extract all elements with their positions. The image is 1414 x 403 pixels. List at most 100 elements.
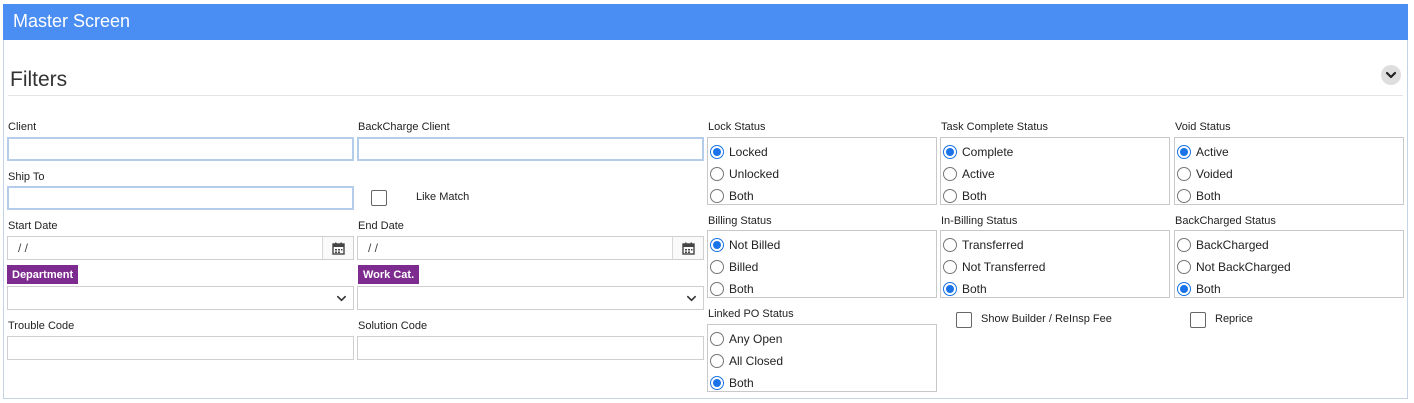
end-date-calendar-button[interactable] — [672, 237, 703, 259]
chevron-down-icon — [337, 295, 346, 302]
radio-button[interactable] — [943, 167, 957, 181]
radio-option[interactable]: Both — [710, 373, 754, 393]
billing-status-label: Billing Status — [708, 215, 772, 227]
radio-option[interactable]: Locked — [710, 142, 768, 162]
backcharge-client-input[interactable] — [357, 137, 704, 161]
radio-option[interactable]: BackCharged — [1177, 235, 1269, 255]
radio-label: Not Transferred — [962, 260, 1046, 274]
radio-button[interactable] — [710, 260, 724, 274]
end-date-label: End Date — [358, 220, 404, 232]
radio-button[interactable] — [710, 282, 724, 296]
start-date-calendar-button[interactable] — [322, 237, 353, 259]
radio-option[interactable]: Both — [1177, 279, 1221, 299]
radio-button[interactable] — [943, 282, 957, 296]
radio-button[interactable] — [943, 189, 957, 203]
reprice-checkbox[interactable] — [1190, 312, 1206, 328]
radio-option[interactable]: Unlocked — [710, 164, 779, 184]
radio-button[interactable] — [710, 145, 724, 159]
radio-label: All Closed — [729, 354, 784, 368]
void-status-label: Void Status — [1175, 121, 1231, 133]
radio-option[interactable]: Both — [1177, 186, 1221, 206]
calendar-icon — [681, 242, 695, 255]
radio-option[interactable]: Complete — [943, 142, 1013, 162]
trouble-code-label: Trouble Code — [8, 320, 75, 332]
filters-divider — [8, 95, 1403, 96]
radio-option[interactable]: Voided — [1177, 164, 1233, 184]
work-cat-select[interactable] — [357, 286, 704, 310]
show-builder-checkbox[interactable] — [956, 312, 972, 328]
header-bar: Master Screen — [3, 4, 1408, 40]
ship-to-input[interactable] — [7, 186, 354, 210]
radio-label: Complete — [962, 145, 1014, 159]
linked-po-status-group: Any Open All Closed Both — [707, 324, 937, 392]
end-date-input[interactable]: / / — [357, 236, 704, 260]
radio-option[interactable]: Not BackCharged — [1177, 257, 1291, 277]
radio-label: Both — [962, 282, 987, 296]
collapse-filters-button[interactable] — [1381, 65, 1401, 85]
radio-option[interactable]: Both — [710, 279, 754, 299]
in-billing-status-label: In-Billing Status — [941, 215, 1018, 227]
radio-option[interactable]: All Closed — [710, 351, 783, 371]
radio-label: Both — [1196, 189, 1221, 203]
radio-option[interactable]: Both — [943, 279, 987, 299]
radio-option[interactable]: Both — [943, 186, 987, 206]
radio-button[interactable] — [710, 376, 724, 390]
radio-option[interactable]: Transferred — [943, 235, 1024, 255]
backcharged-status-label: BackCharged Status — [1175, 215, 1276, 227]
client-input[interactable] — [7, 137, 354, 161]
radio-option[interactable]: Billed — [710, 257, 758, 277]
lock-status-group: Locked Unlocked Both — [707, 137, 937, 205]
radio-label: Not Billed — [729, 238, 781, 252]
radio-label: Active — [1196, 145, 1229, 159]
department-select[interactable] — [7, 286, 354, 310]
radio-button[interactable] — [710, 332, 724, 346]
backcharge-client-label: BackCharge Client — [358, 121, 450, 133]
radio-label: Transferred — [962, 238, 1024, 252]
radio-button[interactable] — [1177, 189, 1191, 203]
chevron-down-icon — [1385, 71, 1397, 79]
like-match-checkbox[interactable] — [371, 190, 387, 206]
radio-button[interactable] — [710, 189, 724, 203]
solution-code-label: Solution Code — [358, 320, 428, 332]
radio-option[interactable]: Active — [943, 164, 995, 184]
radio-option[interactable]: Not Transferred — [943, 257, 1045, 277]
radio-label: Any Open — [729, 332, 783, 346]
calendar-icon — [331, 242, 345, 255]
radio-button[interactable] — [1177, 238, 1191, 252]
radio-option[interactable]: Active — [1177, 142, 1229, 162]
radio-option[interactable]: Any Open — [710, 329, 782, 349]
department-tag: Department — [7, 265, 79, 284]
like-match-label: Like Match — [416, 191, 470, 203]
task-complete-status-group: Complete Active Both — [940, 137, 1170, 205]
radio-label: Both — [729, 376, 754, 390]
radio-button[interactable] — [1177, 260, 1191, 274]
radio-button[interactable] — [1177, 145, 1191, 159]
radio-button[interactable] — [943, 260, 957, 274]
client-label: Client — [8, 121, 37, 133]
radio-label: Locked — [729, 145, 768, 159]
radio-button[interactable] — [943, 145, 957, 159]
void-status-group: Active Voided Both — [1174, 137, 1404, 205]
trouble-code-input[interactable] — [7, 336, 354, 360]
radio-label: Both — [962, 189, 987, 203]
reprice-label: Reprice — [1215, 313, 1253, 325]
lock-status-label: Lock Status — [708, 121, 766, 133]
page-title: Master Screen — [13, 11, 131, 31]
radio-label: Both — [729, 189, 754, 203]
radio-button[interactable] — [710, 167, 724, 181]
radio-button[interactable] — [710, 238, 724, 252]
radio-button[interactable] — [1177, 282, 1191, 296]
radio-button[interactable] — [943, 238, 957, 252]
backcharged-status-group: BackCharged Not BackCharged Both — [1174, 230, 1404, 298]
start-date-label: Start Date — [8, 220, 58, 232]
task-complete-status-label: Task Complete Status — [941, 121, 1048, 133]
radio-label: Both — [1196, 282, 1221, 296]
radio-option[interactable]: Both — [710, 186, 754, 206]
billing-status-group: Not Billed Billed Both — [707, 230, 937, 298]
radio-button[interactable] — [1177, 167, 1191, 181]
radio-label: Voided — [1196, 167, 1233, 181]
radio-option[interactable]: Not Billed — [710, 235, 780, 255]
solution-code-input[interactable] — [357, 336, 704, 360]
radio-button[interactable] — [710, 354, 724, 368]
start-date-input[interactable]: / / — [7, 236, 354, 260]
